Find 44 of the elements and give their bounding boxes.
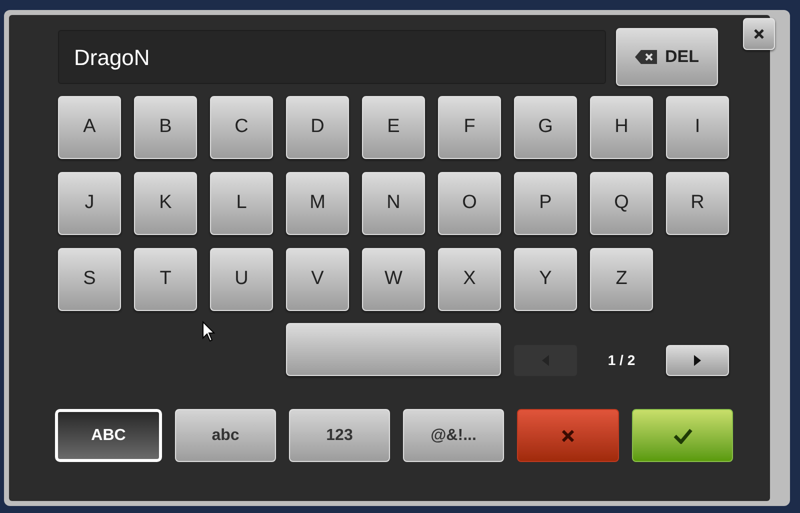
cancel-button[interactable]	[517, 409, 619, 462]
letter-key[interactable]: N	[362, 172, 425, 235]
next-page-button[interactable]	[666, 345, 729, 376]
close-icon	[754, 29, 764, 39]
letter-key[interactable]: Q	[590, 172, 653, 235]
checkmark-icon	[672, 428, 692, 444]
letter-key[interactable]: O	[438, 172, 501, 235]
close-icon	[562, 430, 574, 442]
letter-key[interactable]: W	[362, 248, 425, 311]
letter-key[interactable]: C	[210, 96, 273, 159]
text-input-field[interactable]: DragoN	[58, 30, 606, 84]
letter-key[interactable]: I	[666, 96, 729, 159]
letter-key[interactable]: D	[286, 96, 349, 159]
confirm-button[interactable]	[632, 409, 733, 462]
mouse-pointer-icon	[202, 321, 215, 342]
letter-key[interactable]: H	[590, 96, 653, 159]
letter-key[interactable]: Y	[514, 248, 577, 311]
letter-key[interactable]: Z	[590, 248, 653, 311]
keyboard-mode-tab[interactable]: 123	[289, 409, 390, 462]
backspace-icon	[635, 50, 657, 64]
letter-key[interactable]: E	[362, 96, 425, 159]
letter-key[interactable]: L	[210, 172, 273, 235]
letter-key[interactable]: S	[58, 248, 121, 311]
letter-key[interactable]: V	[286, 248, 349, 311]
letter-key[interactable]: J	[58, 172, 121, 235]
space-bar[interactable]	[286, 323, 501, 376]
keyboard-mode-tab[interactable]: @&!...	[403, 409, 504, 462]
letter-key[interactable]: P	[514, 172, 577, 235]
letter-key[interactable]: G	[514, 96, 577, 159]
delete-button[interactable]: DEL	[616, 28, 718, 86]
letter-key[interactable]: M	[286, 172, 349, 235]
keyboard-mode-tab[interactable]: ABC	[55, 409, 162, 462]
letter-key[interactable]: F	[438, 96, 501, 159]
keyboard-mode-tab[interactable]: abc	[175, 409, 276, 462]
letter-key[interactable]: R	[666, 172, 729, 235]
letter-key[interactable]: K	[134, 172, 197, 235]
letter-key[interactable]: X	[438, 248, 501, 311]
right-triangle-icon	[694, 355, 701, 366]
letter-key[interactable]: U	[210, 248, 273, 311]
page-indicator: 1 / 2	[608, 351, 636, 370]
letter-key[interactable]: A	[58, 96, 121, 159]
close-button[interactable]	[743, 18, 775, 50]
letter-key[interactable]: T	[134, 248, 197, 311]
letter-key[interactable]: B	[134, 96, 197, 159]
